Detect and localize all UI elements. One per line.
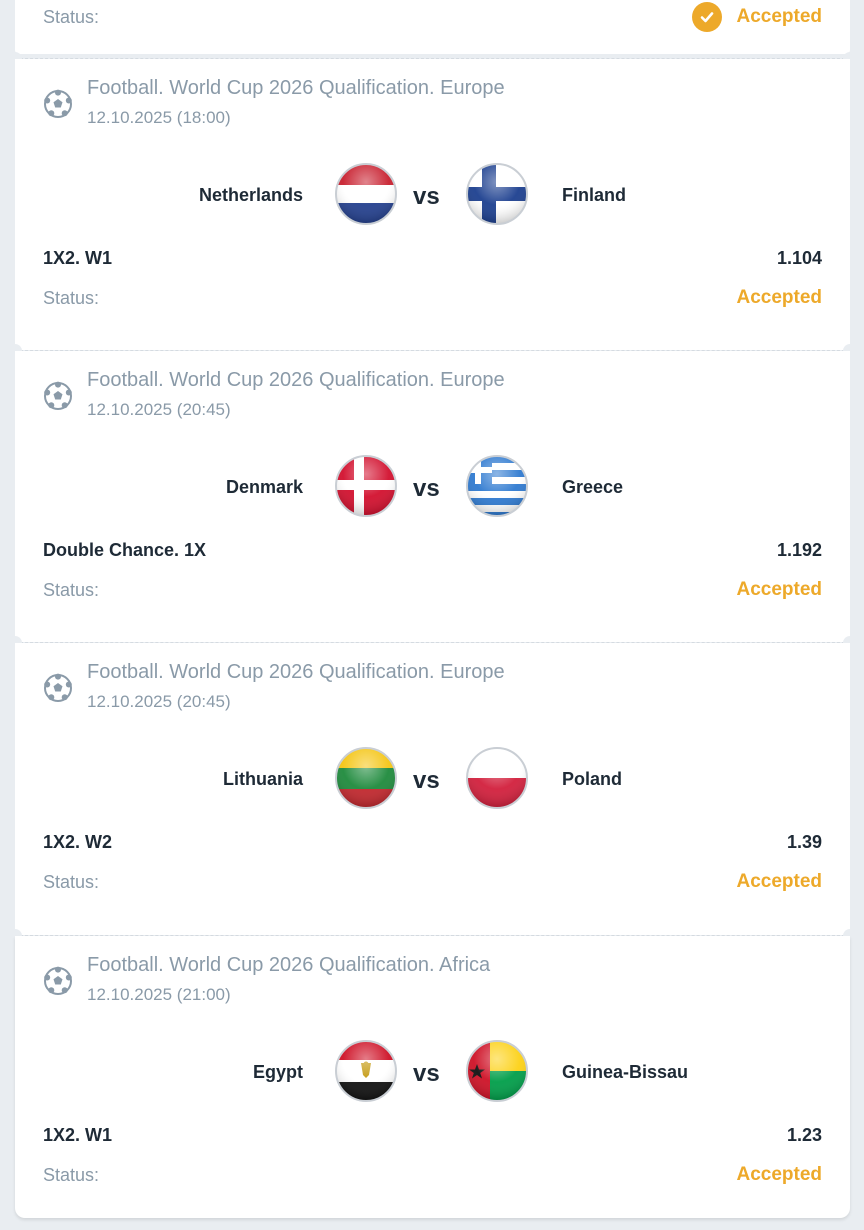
match-date: 12.10.2025 (20:45) <box>87 692 231 711</box>
bet-card[interactable]: Football. World Cup 2026 Qualification. … <box>15 936 850 1218</box>
bet-market: 1X2. W2 <box>43 832 113 852</box>
bet-header: Football. World Cup 2026 Qualification. … <box>43 952 490 1006</box>
away-team: Poland <box>562 769 623 789</box>
bet-card[interactable]: Football. World Cup 2026 Qualification. … <box>15 643 850 935</box>
bet-header: Football. World Cup 2026 Qualification. … <box>43 367 505 421</box>
bet-card[interactable]: Football. World Cup 2026 Qualification. … <box>15 59 850 350</box>
home-team: Denmark <box>225 477 303 497</box>
away-team: Greece <box>562 477 624 497</box>
check-circle-icon <box>692 2 723 32</box>
bet-odds: 1.23 <box>786 1125 822 1145</box>
football-icon <box>43 966 73 996</box>
status-value: Accepted <box>736 1164 822 1185</box>
status-row: Status: Accepted <box>43 1164 822 1186</box>
previous-bet-card: Status: Accepted <box>15 0 850 54</box>
bet-header: Football. World Cup 2026 Qualification. … <box>43 75 505 129</box>
bet-market: 1X2. W1 <box>43 1125 113 1145</box>
bet-market-row: 1X2. W2 1.39 <box>43 832 822 853</box>
bet-market-row: Double Chance. 1X 1.192 <box>43 540 822 561</box>
status-value: Accepted <box>736 871 822 892</box>
egypt-flag-icon <box>335 1040 397 1102</box>
away-team: Guinea-Bissau <box>562 1062 689 1082</box>
football-icon <box>43 673 73 703</box>
poland-flag-icon <box>466 747 528 809</box>
bet-market: 1X2. W1 <box>43 248 113 268</box>
match-row: Lithuania vs Poland <box>15 745 850 815</box>
league-name: Football. World Cup 2026 Qualification. … <box>87 954 491 976</box>
vs-label: vs <box>413 183 440 210</box>
vs-label: vs <box>413 475 440 502</box>
status-label: Status: <box>43 287 100 308</box>
guinea-bissau-flag-icon <box>466 1040 528 1102</box>
vs-label: vs <box>413 767 440 794</box>
bet-market-row: 1X2. W1 1.104 <box>43 248 822 269</box>
lithuania-flag-icon <box>335 747 397 809</box>
bet-odds: 1.39 <box>786 832 822 852</box>
match-row: Netherlands vs Finland <box>15 161 850 231</box>
match-row: Egypt vs Guinea-Bissau <box>15 1038 850 1108</box>
bet-odds: 1.192 <box>776 540 822 560</box>
status-label: Status: <box>43 579 100 600</box>
football-icon <box>43 381 73 411</box>
match-date: 12.10.2025 (18:00) <box>87 108 231 127</box>
match-date: 12.10.2025 (21:00) <box>87 985 231 1004</box>
home-team: Netherlands <box>198 185 303 205</box>
status-label: Status: <box>43 1164 100 1185</box>
status-label: Status: <box>43 871 100 892</box>
match-row: Denmark vs Greece <box>15 453 850 523</box>
match-date: 12.10.2025 (20:45) <box>87 400 231 419</box>
bet-market: Double Chance. 1X <box>43 540 207 560</box>
bet-odds: 1.104 <box>776 248 822 268</box>
league-name: Football. World Cup 2026 Qualification. … <box>87 661 505 683</box>
league-name: Football. World Cup 2026 Qualification. … <box>87 77 505 99</box>
finland-flag-icon <box>466 163 528 225</box>
status-label: Status: <box>43 6 100 27</box>
status-row: Status: Accepted <box>43 579 822 601</box>
status-row: Status: Accepted <box>43 871 822 893</box>
bet-card[interactable]: Football. World Cup 2026 Qualification. … <box>15 351 850 642</box>
netherlands-flag-icon <box>335 163 397 225</box>
status-value: Accepted <box>692 2 822 32</box>
home-team: Egypt <box>252 1062 303 1082</box>
vs-label: vs <box>413 1060 440 1087</box>
status-value: Accepted <box>736 579 822 600</box>
league-name: Football. World Cup 2026 Qualification. … <box>87 369 505 391</box>
bet-header: Football. World Cup 2026 Qualification. … <box>43 659 505 713</box>
status-row: Status: Accepted <box>43 287 822 309</box>
bet-market-row: 1X2. W1 1.23 <box>43 1125 822 1146</box>
away-team: Finland <box>562 185 626 205</box>
status-text: Accepted <box>736 6 822 27</box>
denmark-flag-icon <box>335 455 397 517</box>
football-icon <box>43 89 73 119</box>
home-team: Lithuania <box>223 769 303 789</box>
status-row: Status: Accepted <box>43 2 822 32</box>
status-value: Accepted <box>736 287 822 308</box>
greece-flag-icon <box>466 455 528 517</box>
